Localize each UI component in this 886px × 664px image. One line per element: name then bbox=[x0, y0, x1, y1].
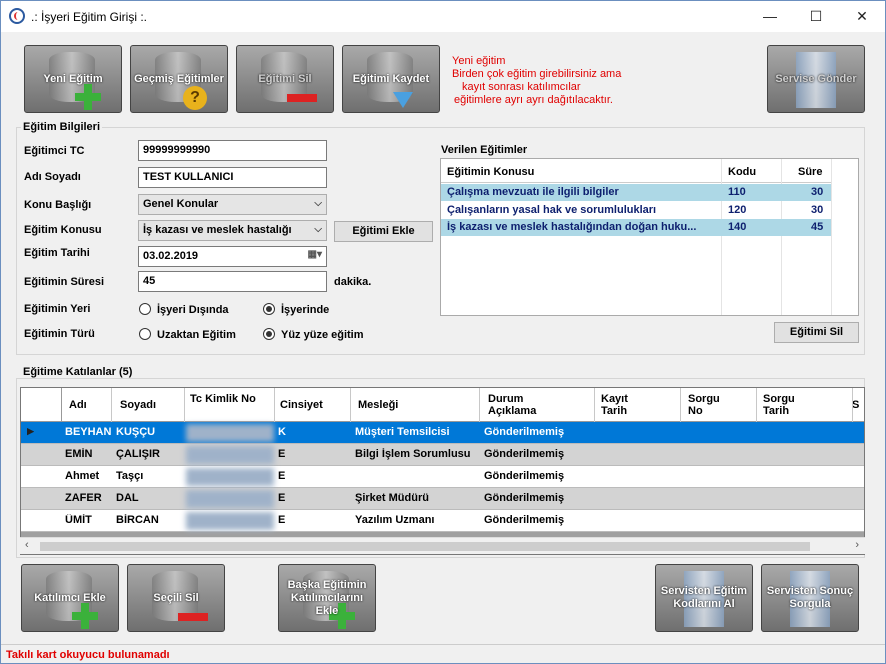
topic-header-label: Konu Başlığı bbox=[24, 199, 92, 211]
new-training-button[interactable]: Yeni Eğitim bbox=[24, 45, 122, 113]
scroll-right-icon[interactable]: › bbox=[855, 539, 859, 551]
topic-select[interactable]: İş kazası ve meslek hastalığı ⌵ bbox=[138, 220, 327, 241]
chevron-down-icon: ⌵ bbox=[314, 224, 322, 235]
title-bar: .: İşyeri Eğitim Girişi :. — ☐ ✕ bbox=[1, 1, 885, 32]
table-row[interactable]: ÜMİT BİRCAN E Yazılım Uzmanı Gönderilmem… bbox=[21, 510, 864, 532]
duration-unit: dakika. bbox=[334, 276, 372, 288]
minus-icon bbox=[178, 613, 208, 621]
date-label: Eğitim Tarihi bbox=[24, 247, 90, 259]
horizontal-scrollbar[interactable]: ‹ › bbox=[20, 537, 865, 554]
chevron-down-icon: ⌵ bbox=[314, 198, 322, 209]
delete-selected-button[interactable]: Seçili Sil bbox=[127, 564, 225, 632]
main-window: .: İşyeri Eğitim Girişi :. — ☐ ✕ Yeni Eğ… bbox=[0, 0, 886, 664]
name-label: Adı Soyadı bbox=[24, 171, 81, 183]
redacted-tc bbox=[186, 512, 274, 530]
send-service-button[interactable]: Servise Gönder bbox=[767, 45, 865, 113]
trainer-tc-label: Eğitimci TC bbox=[24, 145, 85, 157]
participants-grid: Adı Soyadı Tc Kimlik No Cinsiyet Mesleği… bbox=[20, 387, 865, 555]
redacted-tc bbox=[186, 446, 274, 464]
scroll-thumb[interactable] bbox=[40, 542, 810, 551]
given-trainings-title: Verilen Eğitimler bbox=[441, 144, 528, 156]
question-icon: ? bbox=[183, 86, 207, 110]
add-training-button[interactable]: Eğitimi Ekle bbox=[334, 221, 433, 242]
row-pointer-icon: ▶ bbox=[27, 426, 34, 436]
add-participant-button[interactable]: Katılımcı Ekle bbox=[21, 564, 119, 632]
get-codes-button[interactable]: Servisten Eğitim Kodlarını Al bbox=[655, 564, 753, 632]
redacted-tc bbox=[186, 490, 274, 508]
plus-icon bbox=[75, 84, 101, 110]
maximize-icon[interactable]: ☐ bbox=[793, 1, 839, 32]
calendar-icon[interactable]: ▦▾ bbox=[308, 249, 322, 260]
delete-training-button[interactable]: Eğitimi Sil bbox=[236, 45, 334, 113]
minus-icon bbox=[287, 94, 317, 102]
table-row[interactable]: Ahmet Taşçı E Gönderilmemiş bbox=[21, 466, 864, 488]
topic-header-select[interactable]: Genel Konular ⌵ bbox=[138, 194, 327, 215]
table-row[interactable]: ▶ BEYHAN KUŞÇU K Müşteri Temsilcisi Gönd… bbox=[21, 422, 864, 444]
topic-label: Eğitim Konusu bbox=[24, 224, 102, 236]
participants-title: Eğitime Katılanlar (5) bbox=[21, 366, 135, 378]
table-row[interactable]: Çalışma mevzuatı ile ilgili bilgiler 110… bbox=[441, 184, 831, 201]
place-outside-radio[interactable]: İşyeri Dışında bbox=[139, 303, 229, 316]
redacted-tc bbox=[186, 424, 274, 442]
app-logo-icon bbox=[9, 8, 25, 24]
radio-off-icon bbox=[139, 328, 151, 340]
duration-label: Eğitimin Süresi bbox=[24, 276, 105, 288]
add-other-participants-button[interactable]: Başka Eğitimin Katılımcılarını Ekle bbox=[278, 564, 376, 632]
type-label: Eğitimin Türü bbox=[24, 328, 95, 340]
save-training-button[interactable]: Eğitimi Kaydet bbox=[342, 45, 440, 113]
download-arrow-icon bbox=[393, 92, 413, 108]
table-row[interactable]: Çalışanların yasal hak ve sorumlulukları… bbox=[441, 202, 831, 219]
radio-off-icon bbox=[139, 303, 151, 315]
delete-given-training-button[interactable]: Eğitimi Sil bbox=[774, 322, 859, 343]
place-workplace-radio[interactable]: İşyerinde bbox=[263, 303, 329, 316]
date-input[interactable]: 03.02.2019 ▦▾ bbox=[138, 246, 327, 267]
plus-icon bbox=[72, 603, 98, 629]
name-input[interactable]: TEST KULLANICI bbox=[138, 167, 327, 188]
query-results-button[interactable]: Servisten Sonuç Sorgula bbox=[761, 564, 859, 632]
minimize-icon[interactable]: — bbox=[747, 1, 793, 32]
radio-on-icon bbox=[263, 328, 275, 340]
table-row[interactable]: İş kazası ve meslek hastalığından doğan … bbox=[441, 219, 831, 236]
type-remote-radio[interactable]: Uzaktan Eğitim bbox=[139, 328, 236, 341]
scroll-left-icon[interactable]: ‹ bbox=[25, 539, 29, 551]
duration-input[interactable]: 45 bbox=[138, 271, 327, 292]
grid-header: Eğitimin Konusu Kodu Süre bbox=[441, 159, 831, 183]
given-trainings-grid: Eğitimin Konusu Kodu Süre Çalışma mevzua… bbox=[440, 158, 859, 316]
trainer-tc-input[interactable]: 99999999990 bbox=[138, 140, 327, 161]
radio-on-icon bbox=[263, 303, 275, 315]
grid-header: Adı Soyadı Tc Kimlik No Cinsiyet Mesleği… bbox=[21, 388, 864, 422]
past-trainings-button[interactable]: ? Geçmiş Eğitimler bbox=[130, 45, 228, 113]
type-faceto-radio[interactable]: Yüz yüze eğitim bbox=[263, 328, 364, 341]
training-info-title: Eğitim Bilgileri bbox=[21, 121, 103, 133]
redacted-tc bbox=[186, 468, 274, 486]
notice-text: Yeni eğitim Birden çok eğitim girebilirs… bbox=[452, 55, 622, 106]
place-label: Eğitimin Yeri bbox=[24, 303, 91, 315]
status-bar: Takılı kart okuyucu bulunamadı bbox=[1, 644, 885, 664]
status-text: Takılı kart okuyucu bulunamadı bbox=[6, 649, 170, 661]
window-title: .: İşyeri Eğitim Girişi :. bbox=[31, 10, 148, 24]
table-row[interactable]: EMİN ÇALIŞIR E Bilgi İşlem Sorumlusu Gön… bbox=[21, 444, 864, 466]
table-row[interactable]: ZAFER DAL E Şirket Müdürü Gönderilmemiş bbox=[21, 488, 864, 510]
close-icon[interactable]: ✕ bbox=[839, 1, 885, 32]
